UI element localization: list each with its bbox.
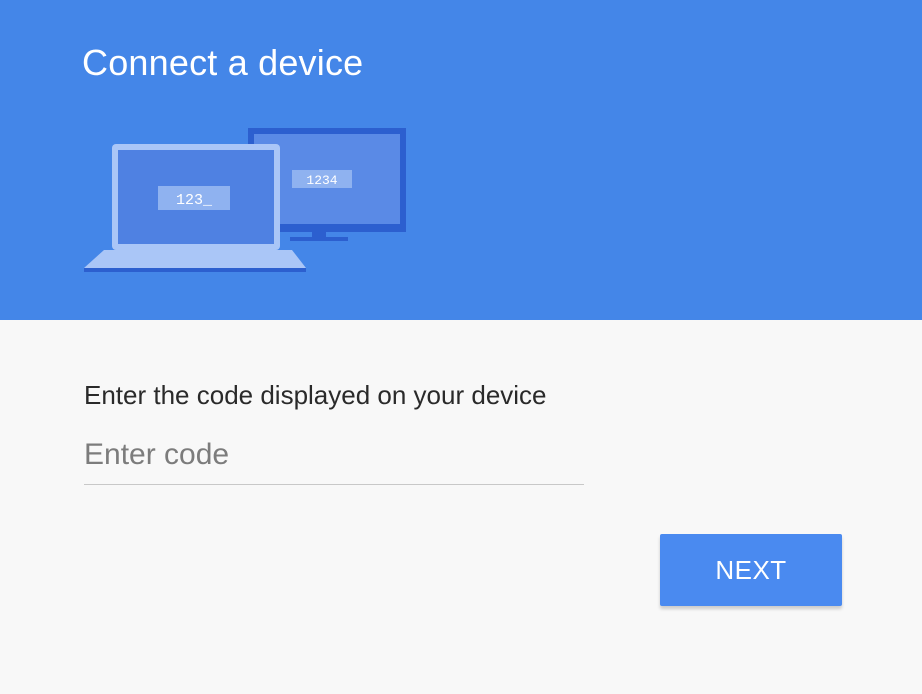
tv-screen-code: 1234 xyxy=(306,173,337,188)
dialog-header: Connect a device 1234 123_ xyxy=(0,0,922,320)
next-button[interactable]: NEXT xyxy=(660,534,842,606)
code-prompt-label: Enter the code displayed on your device xyxy=(84,380,547,410)
dialog-body: Enter the code displayed on your device … xyxy=(0,320,922,694)
code-input[interactable] xyxy=(84,426,584,485)
devices-illustration: 1234 123_ xyxy=(84,128,406,272)
page-title: Connect a device xyxy=(82,42,364,83)
laptop-screen-code: 123_ xyxy=(176,192,213,209)
laptop-icon: 123_ xyxy=(84,144,306,272)
connect-device-dialog: Connect a device 1234 123_ Enter the cod… xyxy=(0,0,922,694)
